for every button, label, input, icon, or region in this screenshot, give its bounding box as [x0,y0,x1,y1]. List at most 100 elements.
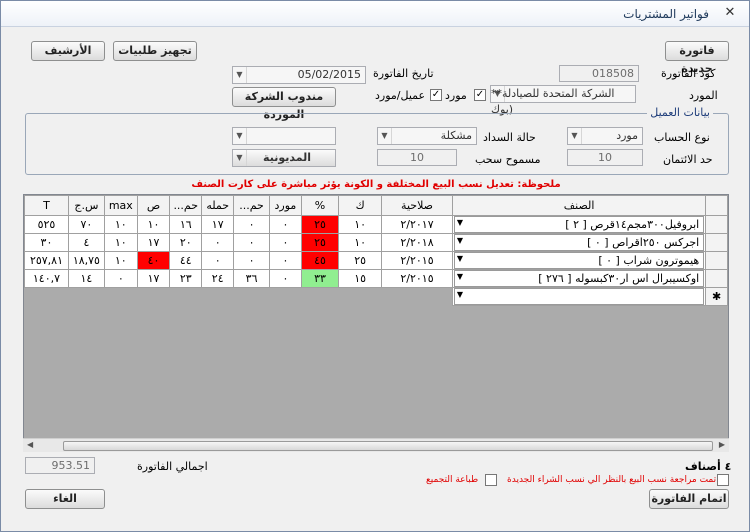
payment-status-select[interactable]: ▼ مشكلة [377,127,477,145]
chevron-down-icon[interactable]: ▼ [457,218,463,227]
col-header[interactable]: س.ج [67,195,105,216]
client-supplier-checkbox[interactable]: ✓ [430,89,442,101]
horizontal-scrollbar[interactable]: ◀ ▶ [23,438,729,452]
table-cell[interactable]: ٠ [201,251,235,270]
table-cell[interactable]: ٢٥ [300,215,340,234]
close-icon[interactable]: ✕ [719,4,741,22]
table-cell[interactable]: ٢٥ [338,251,383,270]
table-cell[interactable]: ٤٥ [300,251,340,270]
item-combo[interactable]: ▼ ابروفيل٣٠٠مجم١٤قرص [ ٢ ] [453,216,705,233]
table-cell[interactable]: ٢٤ [201,269,235,288]
table-cell[interactable]: ٠ [268,233,302,252]
chevron-down-icon[interactable]: ▼ [457,290,463,299]
table-cell[interactable]: ١٤٠,٧ [24,269,69,288]
table-cell[interactable]: ١٧ [201,215,235,234]
col-header[interactable]: مورد [268,195,302,216]
col-header[interactable]: حم... [169,195,203,216]
item-combo[interactable]: ▼ اجركس ٢٥٠اقراص [ ٠ ] [453,234,705,251]
table-cell[interactable]: ٢/٢٠١٨ [381,233,453,252]
table-cell[interactable]: ٥٢٥ [24,215,69,234]
table-cell[interactable]: ١٠ [338,233,383,252]
table-cell[interactable]: ٠ [103,269,138,288]
finish-invoice-button[interactable]: اتمام الفاتورة [649,489,729,509]
row-header[interactable] [705,251,728,270]
row-header[interactable] [705,269,728,288]
chevron-down-icon[interactable]: ▼ [568,128,582,144]
table-cell[interactable]: ١٠ [103,215,138,234]
table-cell[interactable]: ٣٣ [300,269,340,288]
table-cell[interactable]: ٢٥٧,٨١ [24,251,69,270]
scroll-thumb[interactable] [63,441,713,451]
table-cell[interactable]: ٠ [268,269,302,288]
row-header[interactable] [705,215,728,234]
col-header[interactable]: ك [338,195,383,216]
item-combo[interactable]: ▼ اوكسيبرال اس ار٣٠كبسوله [ ٢٧٦ ] [453,270,705,287]
table-cell[interactable]: ٣٠ [24,233,69,252]
table-cell[interactable]: ١٧ [136,269,171,288]
table-cell[interactable]: ٠ [233,215,270,234]
table-cell[interactable]: ١٥ [338,269,383,288]
extra-select[interactable]: ▼ [232,127,336,145]
cancel-button[interactable]: الغاء [25,489,105,509]
archive-button[interactable]: الأرشيف [31,41,105,61]
prepare-orders-button[interactable]: تجهيز طلبيات [113,41,197,61]
chevron-down-icon[interactable]: ▼ [378,128,392,144]
col-header[interactable]: الصنف [451,195,707,216]
col-header[interactable]: حمله [201,195,235,216]
table-cell[interactable]: ٢/٢٠١٧ [381,215,453,234]
table-row[interactable]: ▼ اوكسيبرال اس ار٣٠كبسوله [ ٢٧٦ ] ٢/٢٠١٥ ١٥… [24,269,728,288]
table-cell[interactable]: ١٦ [169,215,203,234]
table-cell[interactable]: ٠ [201,233,235,252]
account-type-select[interactable]: ▼ مورد [567,127,643,145]
table-cell[interactable]: ٠ [268,251,302,270]
table-cell[interactable]: ٠ [268,215,302,234]
new-row[interactable]: ✱ ▼ [24,287,728,306]
supplier-select[interactable]: ▼ **الشركة المتحدة للصيادلة (بوك [490,85,636,116]
chevron-down-icon[interactable]: ▼ [233,150,247,166]
print-summary-checkbox[interactable] [485,474,497,486]
credit-limit-field[interactable]: 10 [567,149,643,166]
table-cell[interactable]: ٣٦ [233,269,270,288]
table-cell[interactable]: ٢/٢٠١٥ [381,251,453,270]
chevron-down-icon[interactable]: ▼ [457,254,463,263]
chevron-down-icon[interactable]: ▼ [457,272,463,281]
table-row[interactable]: ▼ اجركس ٢٥٠اقراص [ ٠ ] ٢/٢٠١٨ ١٠ ٢٥ ٠ ٠ ٠ ٢٠ ١٧ ١٠… [24,233,728,252]
table-cell[interactable]: ٤٤ [169,251,203,270]
row-header[interactable] [705,233,728,252]
col-header[interactable]: حم... [233,195,270,216]
table-cell[interactable]: ٤ [67,233,105,252]
table-cell[interactable]: ٤٠ [136,251,171,270]
invoice-date-picker[interactable]: ▼ 05/02/2015 [232,66,366,84]
table-cell[interactable]: ٠ [233,233,270,252]
table-cell[interactable]: ٢٣ [169,269,203,288]
item-cell[interactable]: ▼ اوكسيبرال اس ار٣٠كبسوله [ ٢٧٦ ] [451,269,707,288]
scroll-right-icon[interactable]: ▶ [719,440,725,449]
table-cell[interactable]: ٠ [233,251,270,270]
item-cell[interactable]: ▼ هيموترون شراب [ ٠ ] [451,251,707,270]
new-invoice-button[interactable]: فاتورة جديدة [665,41,729,75]
col-header[interactable]: T [24,195,69,216]
table-cell[interactable]: ٧٠ [67,215,105,234]
item-combo[interactable]: ▼ هيموترون شراب [ ٠ ] [453,252,705,269]
col-header[interactable]: % [300,195,340,216]
item-combo[interactable]: ▼ [453,288,705,305]
new-item-cell[interactable]: ▼ [451,287,707,306]
table-row[interactable]: ▼ ابروفيل٣٠٠مجم١٤قرص [ ٢ ] ٢/٢٠١٧ ١٠ ٢٥ ٠ ٠ ١٧ ١… [24,215,728,234]
scroll-left-icon[interactable]: ◀ [27,440,33,449]
table-cell[interactable]: ١٠ [338,215,383,234]
table-cell[interactable]: ١٧ [136,233,171,252]
table-cell[interactable]: ١٤ [67,269,105,288]
col-header[interactable]: max [103,195,138,216]
item-cell[interactable]: ▼ ابروفيل٣٠٠مجم١٤قرص [ ٢ ] [451,215,707,234]
table-cell[interactable]: ١٠ [103,251,138,270]
invoice-code-field[interactable]: 018508 [559,65,639,82]
item-cell[interactable]: ▼ اجركس ٢٥٠اقراص [ ٠ ] [451,233,707,252]
chevron-down-icon[interactable]: ▼ [457,236,463,245]
table-row[interactable]: ▼ هيموترون شراب [ ٠ ] ٢/٢٠١٥ ٢٥ ٤٥ ٠ ٠ ٠ ٤٤ ٤٠ ١٠ ١… [24,251,728,270]
table-cell[interactable]: ١٠ [136,215,171,234]
table-cell[interactable]: ١٠ [103,233,138,252]
table-cell[interactable]: ٢٥ [300,233,340,252]
review-checkbox[interactable] [717,474,729,486]
debts-button[interactable]: ▼ المديونية [232,149,336,167]
chevron-down-icon[interactable]: ▼ [233,67,247,83]
